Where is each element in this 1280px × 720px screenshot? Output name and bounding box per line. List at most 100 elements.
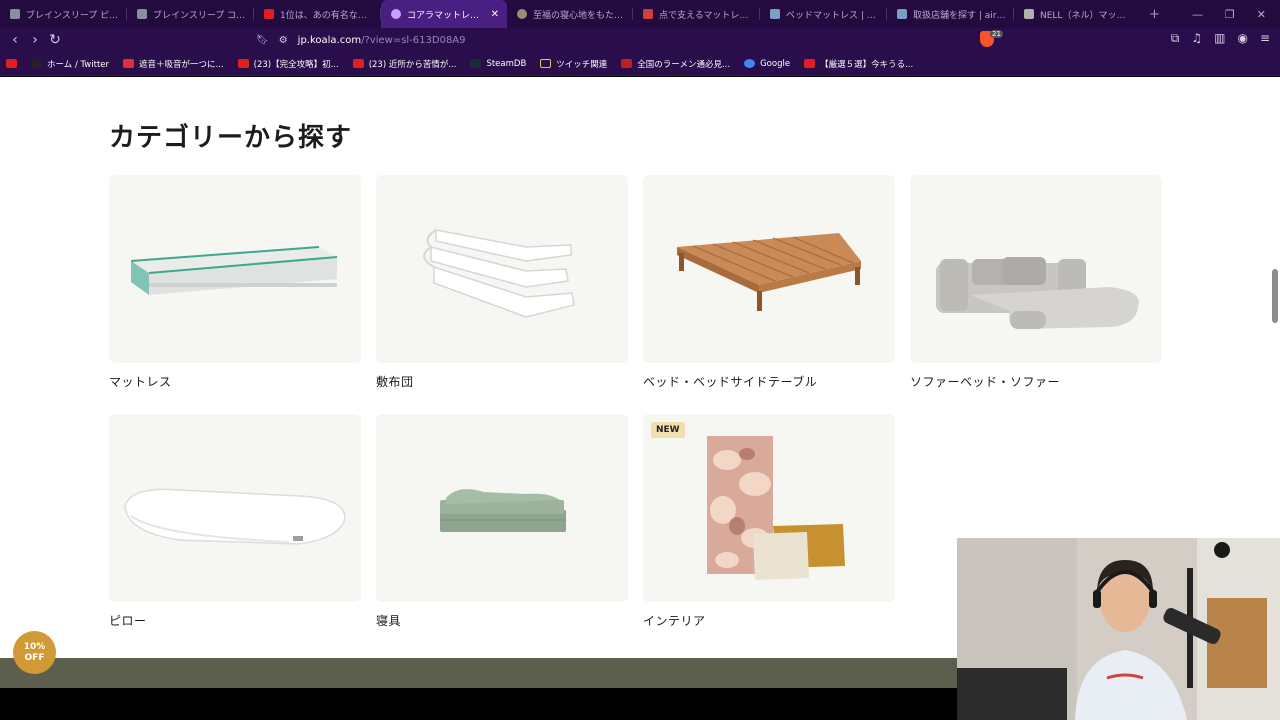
category-card-bed[interactable]: ベッド・ベッドサイドテーブル xyxy=(643,175,895,390)
category-card-sofa[interactable]: ソファーベッド・ソファー xyxy=(910,175,1162,390)
bookmark-label: 遮音＋吸音が一つに... xyxy=(139,59,224,70)
tab-7[interactable]: 取扱店舗を探す | airweave xyxy=(887,0,1014,28)
bookmark-favicon-icon xyxy=(621,59,633,68)
youtube-icon xyxy=(264,9,274,19)
youtube-icon xyxy=(804,59,816,68)
bookmark-item[interactable] xyxy=(6,59,17,68)
category-label: マットレス xyxy=(109,375,172,389)
category-card-mattress[interactable]: マットレス xyxy=(109,175,361,390)
category-label: インテリア xyxy=(643,614,706,628)
forward-icon[interactable]: › xyxy=(25,32,45,48)
promo-off: OFF xyxy=(24,653,45,663)
pillow-icon xyxy=(124,488,346,545)
bookmark-item[interactable]: (23) 近所から苦情が... xyxy=(352,58,457,70)
bookmark-item[interactable]: 【厳選５選】今キうる... xyxy=(804,58,913,70)
tab-title: ブレインスリープ コンフォーター xyxy=(153,10,246,21)
url-text[interactable]: jp.koala.com/?view=sl-613D08A9 xyxy=(298,35,466,46)
back-icon[interactable]: ‹ xyxy=(5,32,25,48)
bookmark-item[interactable]: SteamDB xyxy=(470,59,526,69)
bookmark-label: ホーム / Twitter xyxy=(47,59,110,70)
close-window-icon[interactable]: ✕ xyxy=(1257,8,1266,21)
menu-icon[interactable]: ≡ xyxy=(1260,31,1270,46)
category-image: NEW xyxy=(643,414,895,602)
address-bar[interactable]: 🔖︎ ⚙︎ jp.koala.com/?view=sl-613D08A9 xyxy=(256,30,976,50)
url-path: /?view=sl-613D08A9 xyxy=(361,34,466,46)
tab-title: 点で支えるマットレス | nishikawa xyxy=(659,10,752,21)
bookmark-item[interactable]: ホーム / Twitter xyxy=(31,58,109,70)
tab-title: 取扱店舗を探す | airweave xyxy=(913,10,1006,21)
tab-0[interactable]: ブレインスリープ ピロー | BRAIN xyxy=(0,0,127,28)
bookmark-label: 全国のラーメン通必見... xyxy=(637,59,731,70)
interior-icon xyxy=(707,436,845,580)
tab-search-icon[interactable]: ⧉ xyxy=(1171,31,1180,46)
bookmark-label: (23)【完全攻略】初... xyxy=(253,59,339,70)
tab-title: ベッドマットレス | 商品ライン xyxy=(786,10,879,21)
bed-frame-icon xyxy=(677,233,861,311)
tab-favicon-icon xyxy=(897,9,907,19)
youtube-icon xyxy=(237,59,249,68)
futon-icon xyxy=(423,229,575,318)
brave-shield-count: 21 xyxy=(990,30,1003,38)
bookmark-favicon-icon xyxy=(123,59,135,68)
tab-favicon-icon xyxy=(10,9,20,19)
mattress-icon xyxy=(130,246,338,295)
tab-favicon-icon xyxy=(643,9,653,19)
maximize-icon[interactable]: ❐ xyxy=(1225,8,1235,21)
discount-promo-button[interactable]: 10% OFF xyxy=(13,631,56,674)
tab-bar: ブレインスリープ ピロー | BRAIN ブレインスリープ コンフォーター 1位… xyxy=(0,0,1280,28)
bookmark-folder[interactable]: ツイッチ関連 xyxy=(540,58,607,70)
site-info-icon[interactable]: ⚙︎ xyxy=(279,35,288,46)
bookmark-item[interactable]: 全国のラーメン通必見... xyxy=(621,58,730,70)
tab-3-active[interactable]: コアラマットレス公式サイト ✕ xyxy=(381,0,507,28)
tab-4[interactable]: 至福の寝心地をもたらすクラウド xyxy=(507,0,633,28)
category-label: ソファーベッド・ソファー xyxy=(910,375,1061,389)
tab-2[interactable]: 1位は、あの有名な…#寝具 xyxy=(254,0,381,28)
category-label: ピロー xyxy=(109,614,147,628)
bookmark-item[interactable]: (23)【完全攻略】初... xyxy=(237,58,339,70)
tab-6[interactable]: ベッドマットレス | 商品ライン xyxy=(760,0,887,28)
tab-8[interactable]: NELL（ネル）マットレス | 【 xyxy=(1014,0,1141,28)
navigation-bar: ‹ › ↻ 🔖︎ ⚙︎ jp.koala.com/?view=sl-613D08… xyxy=(0,28,1280,52)
koala-icon xyxy=(391,9,401,19)
category-card-interior[interactable]: NEW インテリア xyxy=(643,414,895,629)
category-card-futon[interactable]: 敷布団 xyxy=(376,175,628,390)
youtube-icon xyxy=(352,59,364,68)
tab-5[interactable]: 点で支えるマットレス | nishikawa xyxy=(633,0,760,28)
page-title: カテゴリーから探す xyxy=(109,123,353,153)
page-scrollbar[interactable] xyxy=(1272,269,1278,323)
category-image xyxy=(109,414,361,602)
wallet-icon[interactable]: ◉ xyxy=(1237,31,1247,46)
bookmark-item[interactable]: Google xyxy=(744,59,790,69)
bookmark-label: Google xyxy=(760,58,791,69)
sofa-bed-icon xyxy=(936,257,1139,329)
tab-title: ブレインスリープ ピロー | BRAIN xyxy=(26,10,119,21)
category-card-pillow[interactable]: ピロー xyxy=(109,414,361,629)
minimize-icon[interactable]: — xyxy=(1192,8,1203,21)
media-icon[interactable]: ♫ xyxy=(1191,31,1202,46)
tab-1[interactable]: ブレインスリープ コンフォーター xyxy=(127,0,254,28)
sidebar-icon[interactable]: ▥ xyxy=(1214,31,1225,46)
bookmark-icon[interactable]: 🔖︎ xyxy=(256,35,269,46)
new-tab-icon[interactable]: + xyxy=(1149,7,1160,22)
category-label: 寝具 xyxy=(376,614,402,628)
steam-icon xyxy=(470,59,482,68)
category-card-bedding[interactable]: 寝具 xyxy=(376,414,628,629)
google-icon xyxy=(744,59,756,68)
bedding-icon xyxy=(440,489,566,532)
close-tab-icon[interactable]: ✕ xyxy=(491,9,499,20)
url-host: jp.koala.com xyxy=(297,34,362,46)
tab-title: 1位は、あの有名な…#寝具 xyxy=(280,10,373,21)
toolbar-right: ⧉ ♫ ▥ ◉ ≡ xyxy=(1171,31,1270,46)
tab-title: 至福の寝心地をもたらすクラウド xyxy=(533,10,625,21)
tab-title: NELL（ネル）マットレス | 【 xyxy=(1040,10,1133,21)
category-image xyxy=(910,175,1162,363)
tab-favicon-icon xyxy=(517,9,527,19)
bookmark-label: (23) 近所から苦情が... xyxy=(368,59,457,70)
x-icon xyxy=(31,59,42,68)
tab-favicon-icon xyxy=(137,9,147,19)
category-image xyxy=(109,175,361,363)
bookmark-item[interactable]: 遮音＋吸音が一つに... xyxy=(123,58,224,70)
reload-icon[interactable]: ↻ xyxy=(45,32,65,48)
new-badge: NEW xyxy=(651,422,685,438)
category-image xyxy=(376,175,628,363)
